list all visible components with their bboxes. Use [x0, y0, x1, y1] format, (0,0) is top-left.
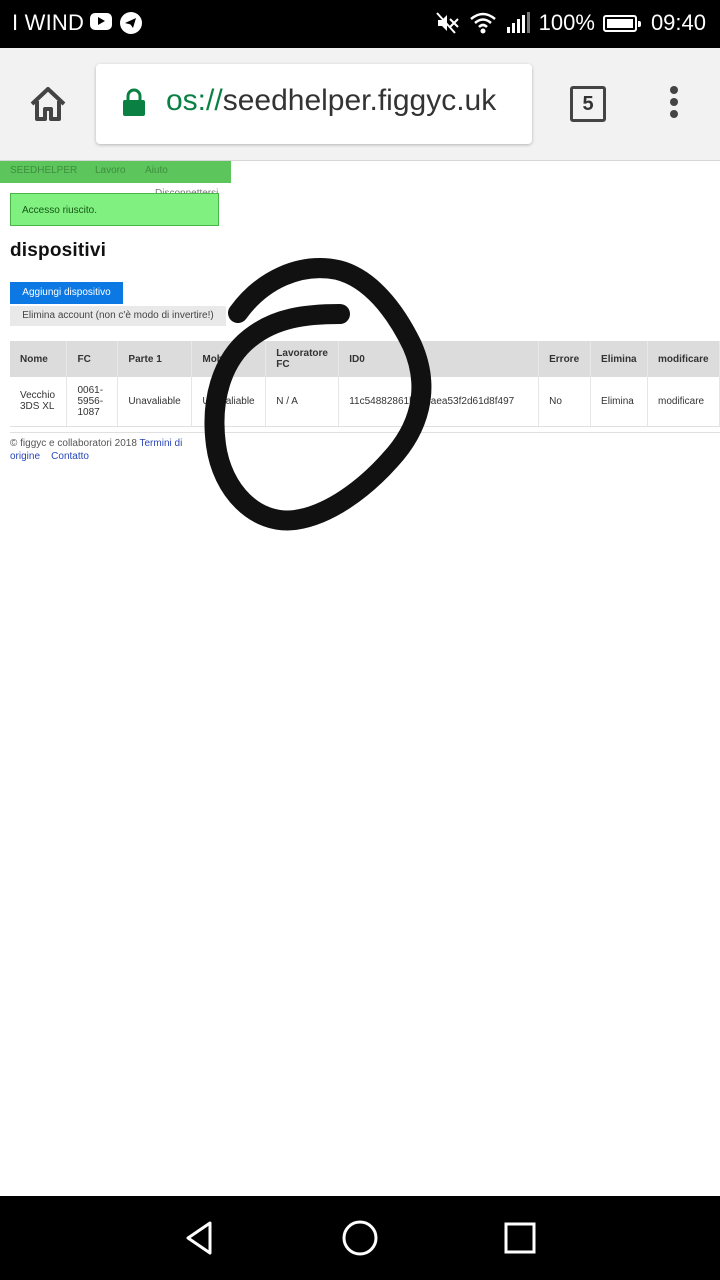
- header-mobile: Mobile: [191, 341, 267, 377]
- wifi-icon: [469, 12, 496, 34]
- footer-copyright: © figgyc e collaboratori 2018: [10, 438, 137, 449]
- status-bar: I WIND 100% 09:40: [0, 0, 720, 48]
- header-errore: Errore: [538, 341, 592, 377]
- cell-mobile: Unavaliable: [191, 377, 267, 427]
- table-header-row: Nome FC Parte 1 Mobile Lavoratore FC ID0…: [10, 341, 720, 377]
- signal-icon: [506, 12, 530, 33]
- lock-icon: [123, 88, 145, 116]
- success-alert: Accesso riuscito.: [10, 193, 219, 226]
- home-icon[interactable]: [26, 82, 70, 126]
- nav-lavoro[interactable]: Lavoro: [95, 165, 126, 176]
- web-page: SEEDHELPER Lavoro Aiuto Disconnettersi A…: [0, 161, 720, 1196]
- battery-percent: 100%: [538, 10, 595, 35]
- recents-icon[interactable]: [500, 1218, 540, 1258]
- delete-device-link[interactable]: Elimina: [590, 377, 648, 427]
- youtube-notification-icon: [90, 13, 112, 30]
- address-bar[interactable]: os://seedhelper.figgyc.uk: [96, 64, 532, 144]
- devices-table: Nome FC Parte 1 Mobile Lavoratore FC ID0…: [10, 341, 720, 427]
- cell-fc: 0061-5956-1087: [66, 377, 119, 427]
- cell-id0: 11c54882861b40caea53f2d61d8f497: [338, 377, 540, 427]
- site-navbar: SEEDHELPER Lavoro Aiuto: [0, 161, 231, 183]
- url-text[interactable]: os://seedhelper.figgyc.uk: [166, 84, 522, 118]
- table-row: Vecchio 3DS XL 0061-5956-1087 Unavaliabl…: [10, 377, 720, 427]
- nav-seedhelper[interactable]: SEEDHELPER: [10, 165, 77, 176]
- header-nome: Nome: [10, 341, 68, 377]
- header-elimina: Elimina: [590, 341, 648, 377]
- telegram-notification-icon: [120, 12, 142, 34]
- header-lavoratore-fc: Lavoratore FC: [265, 341, 340, 377]
- header-parte1: Parte 1: [117, 341, 193, 377]
- cell-lavoratore-fc: N / A: [265, 377, 340, 427]
- browser-toolbar: os://seedhelper.figgyc.uk 5: [0, 48, 720, 161]
- overflow-menu-icon[interactable]: [668, 86, 680, 122]
- footer: © figgyc e collaboratori 2018 Termini di…: [10, 437, 200, 463]
- url-scheme: os://: [166, 84, 223, 117]
- tab-switcher-button[interactable]: 5: [570, 86, 606, 122]
- cell-parte1: Unavaliable: [117, 377, 193, 427]
- add-device-button[interactable]: Aggiungi dispositivo: [10, 282, 123, 304]
- page-title: dispositivi: [10, 240, 107, 261]
- header-id0: ID0: [338, 341, 540, 377]
- status-icons: 100% 09:40: [435, 10, 706, 36]
- carrier-name: I WIND: [12, 10, 85, 35]
- cell-errore: No: [538, 377, 592, 427]
- home-nav-icon[interactable]: [340, 1218, 380, 1258]
- edit-device-link[interactable]: modificare: [647, 377, 720, 427]
- back-icon[interactable]: [180, 1218, 220, 1258]
- battery-icon: [602, 14, 641, 32]
- delete-account-button[interactable]: Elimina account (non c'è modo di inverti…: [10, 306, 226, 326]
- alert-text: Accesso riuscito.: [22, 205, 98, 216]
- system-navigation-bar: [0, 1196, 720, 1280]
- url-host: seedhelper.figgyc.uk: [222, 84, 497, 117]
- clock: 09:40: [650, 10, 706, 35]
- mute-icon: [435, 12, 459, 34]
- contact-link[interactable]: Contatto: [51, 451, 89, 462]
- cell-nome: Vecchio 3DS XL: [10, 377, 68, 427]
- nav-aiuto[interactable]: Aiuto: [145, 165, 168, 176]
- footer-divider: [10, 432, 720, 433]
- header-modificare: modificare: [647, 341, 720, 377]
- header-fc: FC: [66, 341, 119, 377]
